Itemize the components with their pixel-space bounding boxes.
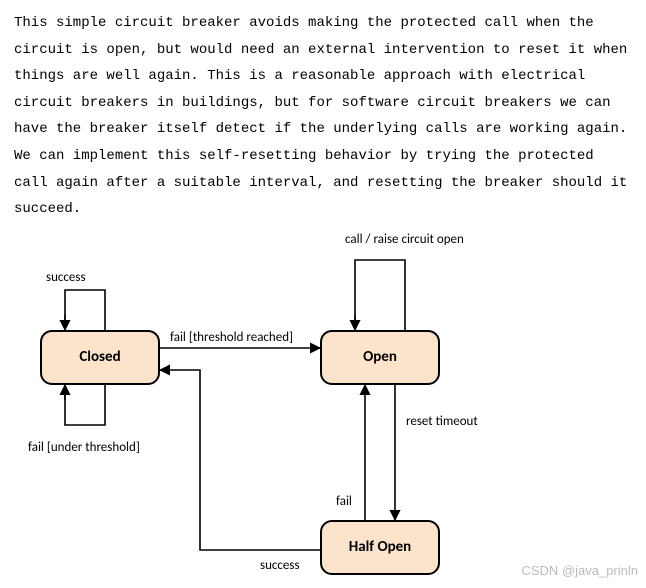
label-success-half: success: [260, 554, 300, 579]
state-diagram: Closed Open Half Open success fail [unde…: [0, 200, 646, 588]
watermark: CSDN @java_prinln: [521, 559, 638, 584]
label-fail-under-threshold: fail [under threshold]: [28, 436, 140, 461]
state-open: Open: [320, 330, 440, 385]
state-half-open: Half Open: [320, 520, 440, 575]
label-fail: fail: [336, 490, 352, 515]
label-success: success: [46, 266, 86, 291]
edge-open-self: [355, 260, 405, 330]
edge-closed-fail-under: [65, 385, 105, 425]
edge-half-to-closed: [160, 370, 320, 550]
state-closed: Closed: [40, 330, 160, 385]
label-fail-threshold-reached: fail [threshold reached]: [170, 326, 293, 351]
label-call-raise-circuit-open: call / raise circuit open: [345, 228, 464, 253]
label-reset-timeout: reset timeout: [406, 410, 478, 435]
description-paragraph: This simple circuit breaker avoids makin…: [0, 0, 646, 223]
edge-closed-success: [65, 290, 105, 330]
